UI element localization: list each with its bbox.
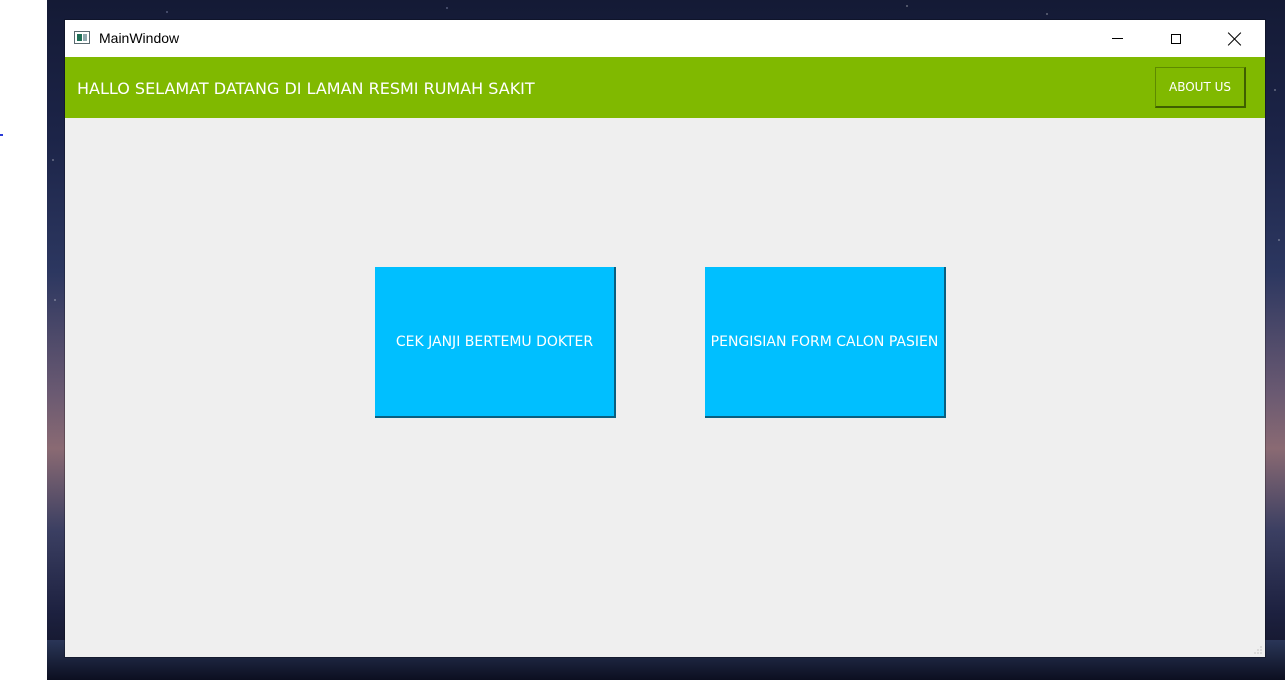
header-title: HALLO SELAMAT DATANG DI LAMAN RESMI RUMA… xyxy=(77,79,535,98)
patient-form-button[interactable]: PENGISIAN FORM CALON PASIEN xyxy=(705,267,946,418)
app-window-icon xyxy=(74,31,90,44)
background-app-area xyxy=(0,0,47,680)
close-button[interactable] xyxy=(1206,20,1264,57)
check-appointment-button[interactable]: CEK JANJI BERTEMU DOKTER xyxy=(375,267,616,418)
maximize-icon xyxy=(1171,33,1181,44)
minimize-icon xyxy=(1111,38,1123,39)
window-title: MainWindow xyxy=(99,30,180,46)
header-bar: HALLO SELAMAT DATANG DI LAMAN RESMI RUMA… xyxy=(65,57,1265,118)
minimize-button[interactable] xyxy=(1088,20,1146,57)
maximize-button[interactable] xyxy=(1147,20,1205,57)
background-marker xyxy=(0,134,3,136)
about-us-button[interactable]: ABOUT US xyxy=(1155,67,1246,108)
close-icon xyxy=(1228,32,1242,46)
window-titlebar[interactable]: MainWindow xyxy=(65,20,1265,57)
resize-grip-icon[interactable] xyxy=(1254,646,1262,654)
main-window: MainWindow HALLO SELAMAT DATANG DI LAMAN… xyxy=(65,20,1265,657)
